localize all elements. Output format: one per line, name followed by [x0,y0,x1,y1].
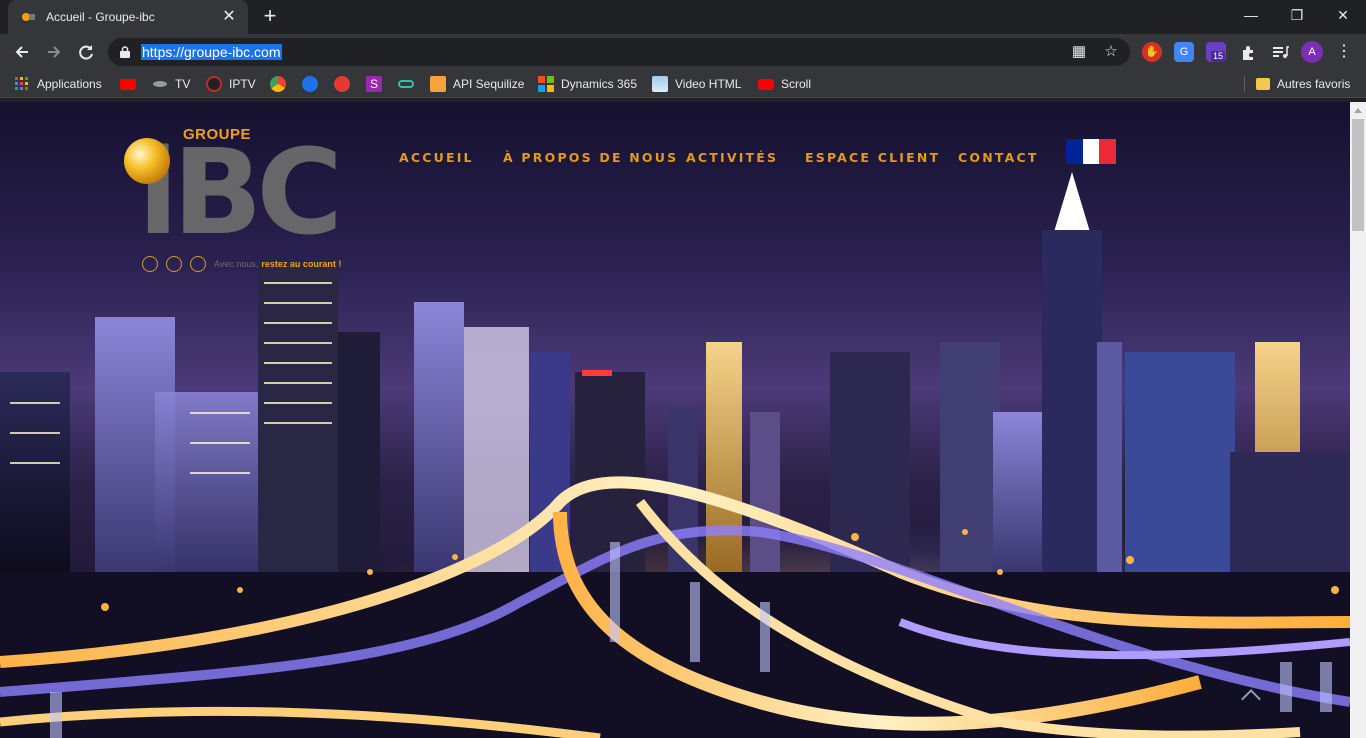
tab-title: Accueil - Groupe-ibc [46,10,155,24]
bookmark-tv[interactable]: TV [152,75,190,93]
iptv-icon [206,76,222,92]
nav-espace-client[interactable]: ESPACE CLIENT [805,150,940,165]
reload-icon [79,45,93,60]
page-hero: GROUPE iBC Avec nous, restez au courant … [0,102,1350,738]
bookmark-other-favorites[interactable]: Autres favoris [1256,75,1350,93]
page-scrollbar[interactable] [1350,102,1366,738]
bookmark-label: Video HTML [675,77,742,91]
tv-icon [152,76,168,92]
bookmark-label: IPTV [229,77,256,91]
nav-contact[interactable]: CONTACT [958,150,1039,165]
logo-ibc-text: iBC [138,123,343,261]
back-button[interactable] [9,39,35,65]
bookmark-star-icon[interactable]: ☆ [1102,44,1120,60]
bookmark-label: Dynamics 365 [561,77,638,91]
phone-circle-icon [166,256,182,272]
scrollbar-thumb[interactable] [1352,119,1364,231]
apps-grid-icon [14,76,30,92]
person-circle-icon [190,256,206,272]
extension-badge-icon[interactable]: 15 [1206,42,1226,62]
play-icon [302,76,318,92]
microsoft-icon [538,76,554,92]
bookmarks-divider [1244,76,1245,92]
flag-stripe [1082,139,1100,164]
maximize-button[interactable]: ❐ [1274,0,1320,30]
bookmarks-bar: Applications TV IPTV S API Sequilize Dyn… [0,70,1366,98]
api-icon [430,76,446,92]
tab-close-icon[interactable]: ✕ [220,8,238,26]
logo-globe-icon [124,138,170,184]
bookmark-iptv[interactable]: IPTV [206,75,256,93]
extension-badge-count: 15 [1211,51,1226,62]
youtube-icon [758,78,774,90]
site-favicon-icon [20,9,36,25]
red-play-icon [334,76,350,92]
flag-stripe [1066,139,1083,164]
bookmark-link[interactable] [398,75,421,93]
flag-stripe [1099,139,1117,164]
bookmark-label: Autres favoris [1277,77,1351,91]
qr-code-icon[interactable]: ▦ [1070,44,1088,60]
bookmark-applications[interactable]: Applications [14,75,102,93]
adblock-extension-icon[interactable]: ✋ [1142,42,1162,62]
bookmark-dynamics-365[interactable]: Dynamics 365 [538,75,637,93]
forward-button[interactable] [41,39,67,65]
nav-a-propos[interactable]: À PROPOS DE NOUS [503,150,678,165]
tagline-muted: Avec nous, [214,259,259,269]
extensions-puzzle-icon[interactable] [1238,42,1258,62]
menu-dots-icon[interactable]: ⋮ [1334,42,1354,62]
nav-accueil[interactable]: ACCUEIL [399,150,474,165]
s-icon: S [366,76,382,92]
scroll-up-arrow-icon[interactable] [1354,108,1362,113]
youtube-icon [120,78,136,90]
media-queue-icon[interactable] [1270,42,1290,62]
bookmark-label: Applications [37,77,102,91]
logo-tagline: Avec nous, restez au courant ! [142,256,341,272]
bookmark-s[interactable]: S [366,75,389,93]
folder-icon [1256,78,1270,90]
tagline-gold: restez au courant ! [261,259,342,269]
google-translate-icon[interactable]: G [1174,42,1194,62]
minimize-button[interactable]: — [1228,0,1274,30]
bookmark-api-sequilize[interactable]: API Sequilize [430,75,524,93]
chrome-app-icon [270,76,286,92]
close-window-button[interactable]: ✕ [1320,0,1366,30]
forward-arrow-icon [48,46,61,58]
bookmark-red-play[interactable] [334,75,357,93]
nav-activites[interactable]: ACTIVITÉS [686,150,778,165]
bookmark-youtube[interactable] [120,75,143,93]
bookmark-scroll[interactable]: Scroll [758,75,811,93]
profile-avatar[interactable]: A [1301,41,1323,63]
browser-tab[interactable]: Accueil - Groupe-ibc ✕ [8,0,248,34]
reload-button[interactable] [73,39,99,65]
bookmark-video-html[interactable]: Video HTML [652,75,741,93]
new-tab-button[interactable]: + [258,5,282,28]
image-icon [652,76,668,92]
tab-strip: Accueil - Groupe-ibc ✕ + — ❐ ✕ [0,0,1366,34]
link-circle-icon [142,256,158,272]
back-arrow-icon [15,46,28,58]
lock-icon [120,46,130,58]
site-logo[interactable]: GROUPE iBC Avec nous, restez au courant … [120,123,365,272]
bookmark-label: API Sequilize [453,77,525,91]
bookmark-chrome-app[interactable] [270,75,293,93]
bookmark-play[interactable] [302,75,325,93]
url-text[interactable]: https://groupe-ibc.com [141,44,282,60]
french-flag-icon[interactable] [1066,139,1117,164]
bookmark-label: TV [175,77,191,91]
address-bar[interactable]: https://groupe-ibc.com ▦ ☆ [108,38,1130,66]
link-icon [398,76,414,92]
browser-toolbar: https://groupe-ibc.com ▦ ☆ ✋ G 15 A ⋮ [0,34,1366,70]
bookmark-label: Scroll [781,77,812,91]
